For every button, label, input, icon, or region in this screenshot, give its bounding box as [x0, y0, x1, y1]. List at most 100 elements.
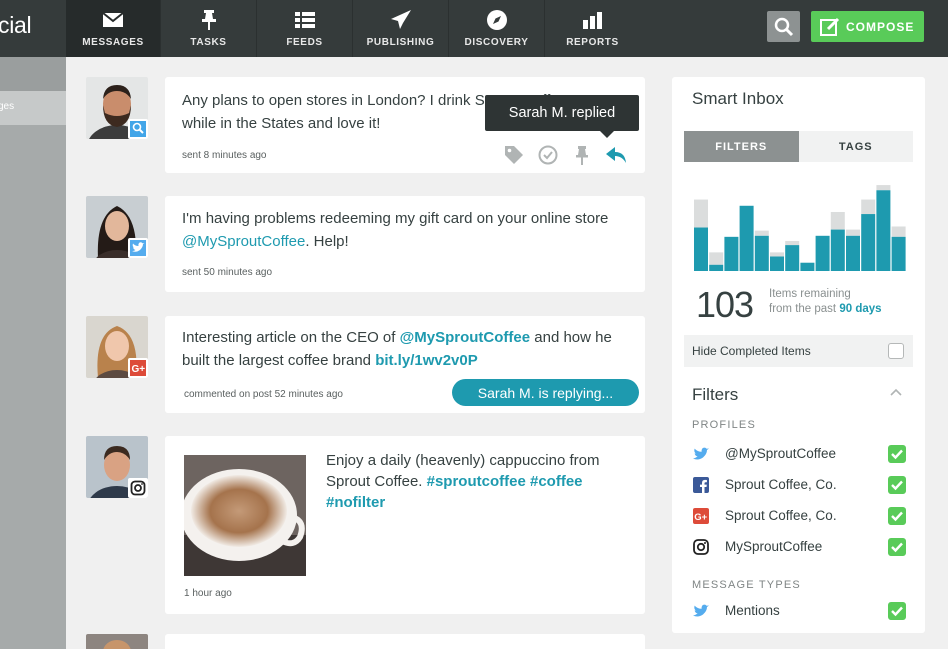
left-panel-item-label: ges: [0, 101, 15, 112]
filter-row-profile[interactable]: Sprout Coffee, Co.: [692, 474, 906, 496]
svg-text:G+: G+: [694, 512, 707, 523]
chart-bar-remaining: [891, 236, 906, 271]
svg-text:G+: G+: [132, 364, 146, 375]
message-timestamp: sent 50 minutes ago: [182, 267, 273, 278]
hide-completed-row[interactable]: Hide Completed Items: [684, 335, 913, 367]
compose-button[interactable]: COMPOSE: [811, 11, 924, 42]
pin-icon[interactable]: [571, 144, 593, 166]
nav-publishing[interactable]: PUBLISHING: [352, 0, 448, 57]
chart-bar-completed: [861, 199, 876, 215]
checkbox-checked-icon[interactable]: [888, 602, 906, 620]
search-button[interactable]: [767, 11, 800, 42]
filter-row-message-type[interactable]: Mentions: [692, 600, 906, 622]
filter-row-profile[interactable]: G+ Sprout Coffee, Co.: [692, 505, 906, 527]
avatar[interactable]: [86, 634, 148, 649]
filter-label: Mentions: [725, 603, 780, 618]
message-text: Interesting article on the CEO of @MySpr…: [182, 326, 627, 372]
mention-link[interactable]: @MySproutCoffee: [182, 233, 305, 250]
smart-inbox-title: Smart Inbox: [692, 89, 784, 108]
filters-title: Filters: [692, 385, 739, 404]
chart-bar-remaining: [846, 235, 860, 271]
twitter-badge-icon: [128, 238, 148, 258]
checkbox-checked-icon[interactable]: [888, 507, 906, 525]
message-timestamp: 1 hour ago: [184, 588, 232, 599]
hashtag-link[interactable]: #sproutcoffee: [427, 473, 526, 490]
nav-discovery[interactable]: DISCOVERY: [448, 0, 544, 57]
message-text-part: I'm having problems redeeming my gift ca…: [182, 210, 609, 227]
message-volume-chart: [694, 185, 906, 271]
tag-icon[interactable]: [503, 144, 525, 166]
checkbox-checked-icon[interactable]: [888, 476, 906, 494]
hashtag-link[interactable]: #coffee: [530, 473, 583, 490]
instagram-badge-icon: [128, 478, 148, 498]
period-value[interactable]: 90 days: [839, 303, 881, 315]
feeds-icon: [294, 12, 315, 28]
message-text: Enjoy a daily (heavenly) cappuccino from…: [326, 450, 616, 513]
left-panel-item[interactable]: ges: [0, 91, 66, 125]
chart-bar-completed: [754, 230, 769, 236]
nav-messages-label: MESSAGES: [82, 37, 144, 48]
avatar[interactable]: [86, 436, 148, 498]
complete-icon[interactable]: [537, 144, 559, 166]
compose-icon: [820, 17, 840, 36]
reply-icon[interactable]: [605, 144, 627, 166]
nav-messages[interactable]: MESSAGES: [66, 0, 160, 57]
compose-label: COMPOSE: [846, 19, 915, 34]
nav-feeds[interactable]: FEEDS: [256, 0, 352, 57]
mention-link[interactable]: @MySproutCoffee: [400, 329, 530, 346]
chart-bar-completed: [694, 199, 708, 228]
nav-feeds-label: FEEDS: [286, 37, 323, 48]
avatar[interactable]: [86, 77, 148, 139]
twitter-icon: [693, 447, 709, 460]
avatar-partial: [86, 634, 148, 649]
message-timestamp: commented on post 52 minutes ago: [184, 389, 343, 400]
chart-bar-remaining: [770, 256, 784, 271]
google-plus-badge-icon: G+: [128, 358, 148, 378]
tab-tags[interactable]: TAGS: [798, 131, 913, 162]
message-card[interactable]: [165, 634, 645, 649]
inbox-tab-group: FILTERS TAGS: [684, 131, 913, 162]
url-link[interactable]: bit.ly/1wv2v0P: [375, 352, 478, 369]
search-badge-icon: [128, 119, 148, 139]
facebook-icon: [693, 477, 709, 493]
chart-bar-completed: [876, 185, 891, 191]
pin-icon: [201, 10, 216, 30]
filter-row-profile[interactable]: MySproutCoffee: [692, 536, 906, 558]
tab-filters[interactable]: FILTERS: [684, 131, 799, 162]
message-timestamp: sent 8 minutes ago: [182, 150, 267, 161]
envelope-icon: [102, 12, 124, 27]
chart-bar-completed: [846, 229, 860, 236]
hide-completed-checkbox[interactable]: [888, 343, 904, 359]
avatar[interactable]: [86, 196, 148, 258]
chart-bar-remaining: [830, 229, 845, 271]
twitter-icon: [693, 604, 709, 617]
paper-plane-icon: [390, 10, 411, 29]
profiles-header: PROFILES: [692, 419, 757, 431]
chart-bar-remaining: [861, 214, 876, 271]
message-card[interactable]: I'm having problems redeeming my gift ca…: [165, 196, 645, 292]
filter-label: MySproutCoffee: [725, 539, 823, 554]
nav-reports[interactable]: REPORTS: [544, 0, 640, 57]
cappuccino-photo[interactable]: [184, 455, 306, 576]
chart-bar-completed: [770, 252, 784, 257]
message-card[interactable]: Enjoy a daily (heavenly) cappuccino from…: [165, 436, 645, 614]
filter-row-profile[interactable]: @MySproutCoffee: [692, 443, 906, 465]
chart-bar-completed: [785, 240, 800, 246]
avatar[interactable]: G+: [86, 316, 148, 378]
top-bar: cial MESSAGES TASKS FEEDS PUBLISHING DIS…: [0, 0, 948, 57]
chart-bar-remaining: [709, 264, 724, 271]
checkbox-checked-icon[interactable]: [888, 445, 906, 463]
hashtag-link[interactable]: #nofilter: [326, 494, 385, 511]
brand-logo-text: cial: [0, 12, 32, 38]
nav-tasks[interactable]: TASKS: [160, 0, 256, 57]
reply-tooltip-text: Sarah M. replied: [508, 105, 616, 121]
chevron-up-icon[interactable]: [889, 387, 903, 397]
smart-inbox-panel: Smart Inbox FILTERS TAGS 103 Items remai…: [672, 77, 925, 633]
bar-chart-icon: [582, 12, 602, 29]
chart-bar-completed: [830, 211, 845, 230]
message-text-part: Interesting article on the CEO of: [182, 329, 400, 346]
search-icon: [774, 17, 794, 37]
checkbox-checked-icon[interactable]: [888, 538, 906, 556]
instagram-icon: [693, 539, 709, 555]
filter-label: Sprout Coffee, Co.: [725, 508, 837, 523]
